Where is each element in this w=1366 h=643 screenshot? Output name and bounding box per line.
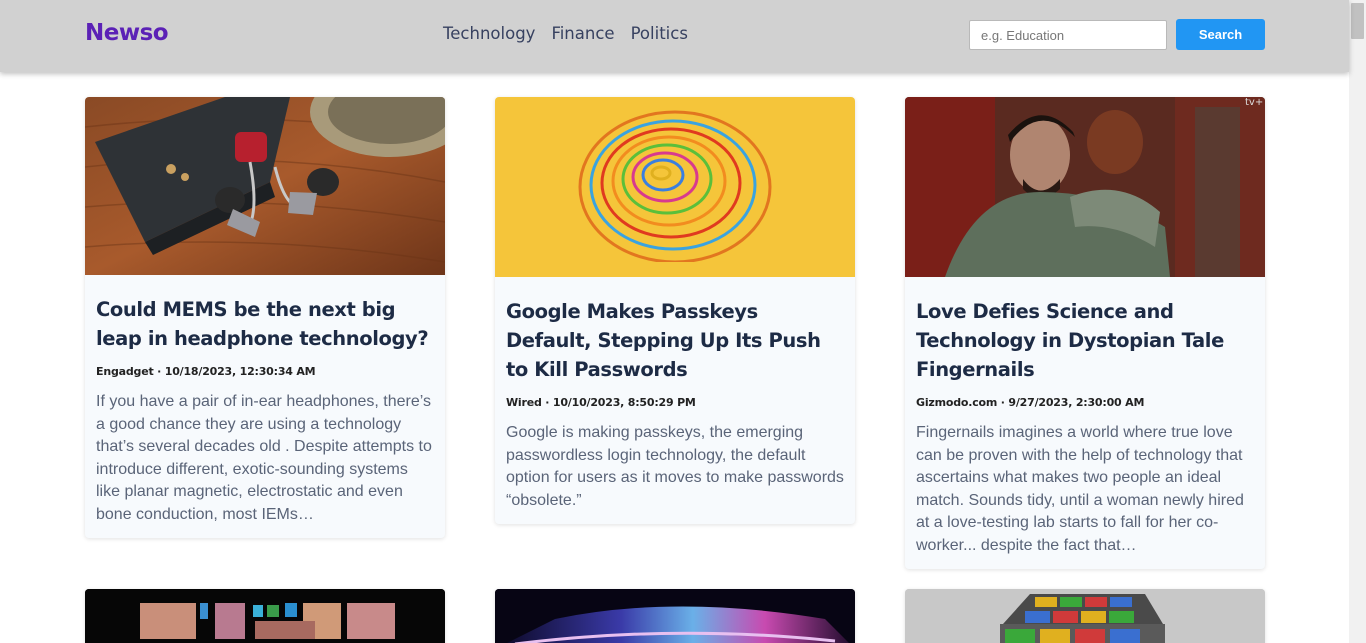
site-logo[interactable]: Newso	[85, 20, 169, 46]
article-meta: Gizmodo.com · 9/27/2023, 2:30:00 AM	[916, 396, 1145, 409]
article-card[interactable]: Could MEMS be the next big leap in headp…	[85, 97, 445, 538]
article-image-cube	[905, 589, 1265, 643]
top-navbar: Newso Technology Finance Politics Search	[0, 0, 1349, 72]
nav-link-politics[interactable]: Politics	[631, 24, 688, 43]
article-card[interactable]: tv+ Love Defies Science and Technology i…	[905, 97, 1265, 569]
article-card[interactable]	[905, 589, 1265, 643]
scrollbar-thumb[interactable]	[1351, 3, 1364, 39]
article-image-light	[495, 589, 855, 643]
article-image-fingerprint	[495, 97, 855, 277]
article-image-movie-still: tv+	[905, 97, 1265, 277]
article-title[interactable]: Google Makes Passkeys Default, Stepping …	[506, 297, 844, 384]
category-nav: Technology Finance Politics	[443, 24, 688, 43]
article-description: If you have a pair of in-ear headphones,…	[96, 393, 432, 523]
article-description: Fingernails imagines a world where true …	[916, 424, 1244, 554]
search-input[interactable]	[969, 20, 1167, 50]
article-title[interactable]: Could MEMS be the next big leap in headp…	[96, 295, 434, 353]
svg-text:tv+: tv+	[1245, 97, 1263, 108]
article-card[interactable]	[495, 589, 855, 643]
article-meta: Engadget · 10/18/2023, 12:30:34 AM	[96, 365, 316, 378]
article-image-headphones	[85, 97, 445, 275]
nav-link-finance[interactable]: Finance	[551, 24, 614, 43]
article-image-chip	[85, 589, 445, 643]
page-scrollbar[interactable]	[1349, 0, 1366, 643]
nav-link-technology[interactable]: Technology	[443, 24, 535, 43]
article-card[interactable]: Google Makes Passkeys Default, Stepping …	[495, 97, 855, 524]
article-description: Google is making passkeys, the emerging …	[506, 424, 844, 509]
article-card[interactable]	[85, 589, 445, 643]
article-title[interactable]: Love Defies Science and Technology in Dy…	[916, 297, 1254, 384]
article-meta: Wired · 10/10/2023, 8:50:29 PM	[506, 396, 696, 409]
search-button[interactable]: Search	[1176, 19, 1265, 50]
